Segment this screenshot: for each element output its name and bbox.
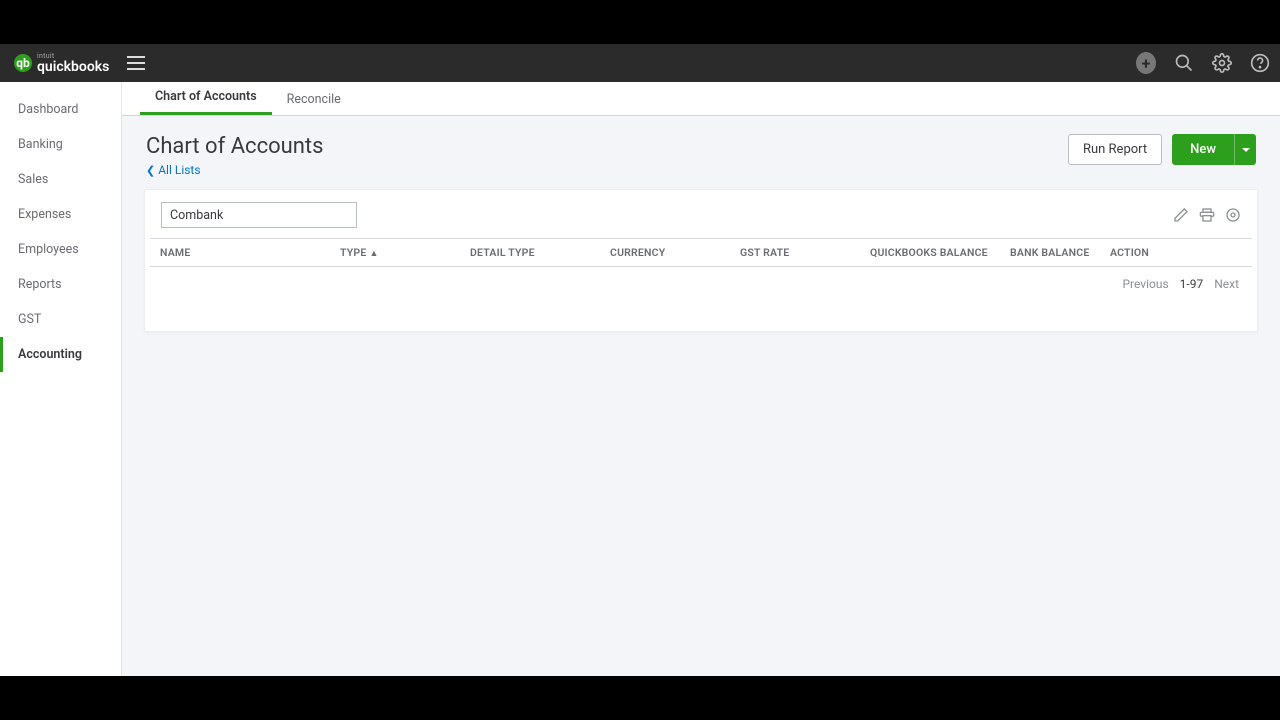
print-icon[interactable] (1199, 207, 1215, 223)
sidebar-item-banking[interactable]: Banking (0, 127, 121, 162)
paging-range: 1-97 (1180, 277, 1204, 291)
tab-reconcile[interactable]: Reconcile (272, 83, 356, 115)
new-button[interactable]: New (1172, 134, 1234, 165)
sort-asc-icon: ▲ (369, 249, 378, 259)
gear-icon[interactable] (1212, 53, 1232, 73)
page-title: Chart of Accounts (146, 134, 323, 159)
col-detail[interactable]: DETAIL TYPE (460, 239, 600, 267)
brand-text: intuit quickbooks (37, 53, 109, 74)
sidebar-item-employees[interactable]: Employees (0, 232, 121, 267)
sidebar-item-accounting[interactable]: Accounting (0, 337, 121, 372)
col-currency[interactable]: CURRENCY (600, 239, 730, 267)
col-name[interactable]: NAME (150, 239, 330, 267)
sidebar-item-dashboard[interactable]: Dashboard (0, 92, 121, 127)
sidebar-item-expenses[interactable]: Expenses (0, 197, 121, 232)
hamburger-icon[interactable] (127, 56, 145, 70)
sidebar-item-reports[interactable]: Reports (0, 267, 121, 302)
chevron-left-icon: ❮ (146, 164, 155, 177)
search-input[interactable] (161, 202, 357, 228)
sidebar-item-sales[interactable]: Sales (0, 162, 121, 197)
col-qb-balance[interactable]: QUICKBOOKS BALANCE (860, 239, 1000, 267)
edit-icon[interactable] (1173, 207, 1189, 223)
col-action[interactable]: ACTION (1100, 239, 1252, 267)
paging-next[interactable]: Next (1214, 277, 1239, 291)
sidebar-item-gst[interactable]: GST (0, 302, 121, 337)
run-report-button[interactable]: Run Report (1068, 134, 1162, 165)
col-type[interactable]: TYPE▲ (330, 239, 460, 267)
settings-icon[interactable] (1225, 207, 1241, 223)
new-dropdown-caret[interactable] (1234, 134, 1256, 165)
help-icon[interactable] (1250, 53, 1270, 73)
qb-logo-icon: qb (14, 54, 32, 72)
back-all-lists-link[interactable]: ❮ All Lists (146, 163, 323, 177)
create-icon[interactable]: + (1136, 53, 1156, 73)
col-bank-balance[interactable]: BANK BALANCE (1000, 239, 1100, 267)
tab-chart-of-accounts[interactable]: Chart of Accounts (140, 80, 272, 115)
col-gst[interactable]: GST RATE (730, 239, 860, 267)
paging-prev[interactable]: Previous (1122, 277, 1168, 291)
search-icon[interactable] (1174, 53, 1194, 73)
